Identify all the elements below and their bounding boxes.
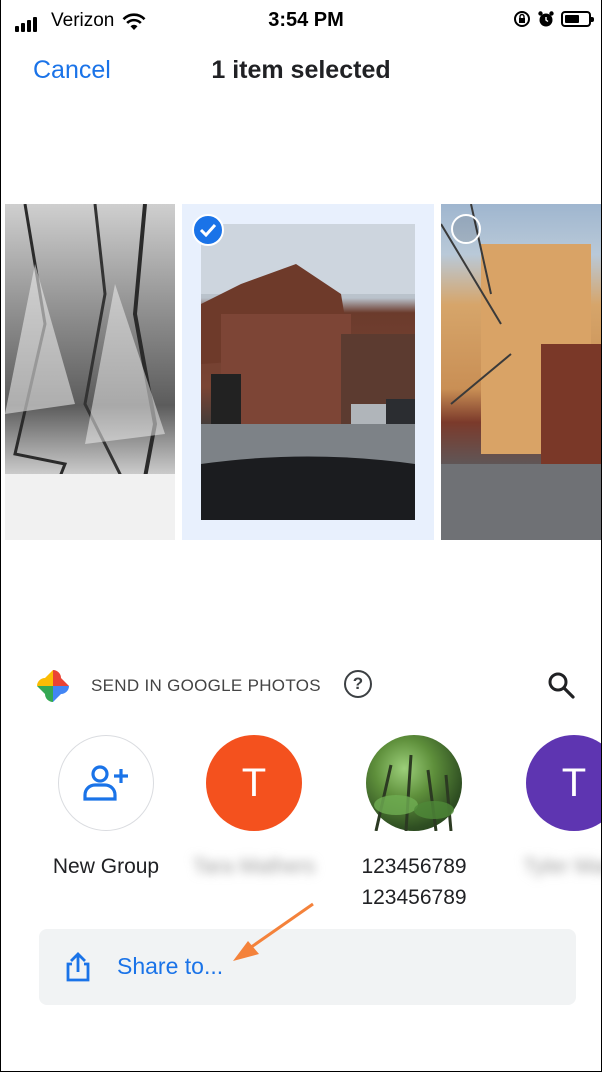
search-icon[interactable] — [546, 670, 576, 700]
orientation-lock-icon — [514, 11, 530, 27]
contact-name: New Group — [52, 855, 160, 878]
contact-name: Tara Mathers — [192, 855, 316, 878]
google-photos-logo-icon — [37, 670, 69, 702]
photo-image — [201, 224, 415, 520]
share-to-button[interactable]: Share to... — [39, 929, 576, 1005]
add-group-icon — [83, 765, 128, 801]
contact-name: 123456789 123456789 — [361, 855, 467, 909]
avatar: T — [526, 735, 601, 831]
status-bar: Verizon 3:54 PM — [1, 0, 601, 40]
status-icons — [513, 10, 594, 28]
help-icon[interactable]: ? — [344, 670, 372, 698]
photo-strip — [1, 204, 601, 540]
unselected-circle-icon[interactable] — [451, 214, 481, 244]
avatar: T — [206, 735, 302, 831]
contact-new-group[interactable]: New Group — [41, 735, 171, 882]
clock: 3:54 PM — [268, 9, 344, 31]
screen: Verizon 3:54 PM Cancel 1 item selected S… — [0, 0, 602, 1072]
contact-item[interactable]: T Tyler Mack — [509, 735, 602, 882]
contact-item[interactable]: 123456789 123456789 — [349, 735, 479, 913]
photo-thumbnail-selected[interactable] — [182, 204, 434, 540]
photo-thumbnail[interactable] — [441, 204, 601, 540]
photo-thumbnail[interactable] — [5, 204, 175, 540]
contact-item[interactable]: T Tara Mathers — [189, 735, 319, 882]
page-title: 1 item selected — [211, 56, 391, 84]
avatar — [366, 735, 462, 831]
contact-name: Tyler Mack — [523, 855, 602, 878]
share-icon — [66, 952, 90, 982]
share-to-label: Share to... — [117, 953, 224, 979]
send-section-header: SEND IN GOOGLE PHOTOS ? — [1, 668, 601, 708]
new-group-avatar — [58, 735, 154, 831]
battery-icon — [561, 11, 594, 27]
alarm-icon — [538, 11, 554, 27]
selected-check-icon[interactable] — [192, 214, 224, 246]
send-section-label: SEND IN GOOGLE PHOTOS — [91, 676, 321, 695]
